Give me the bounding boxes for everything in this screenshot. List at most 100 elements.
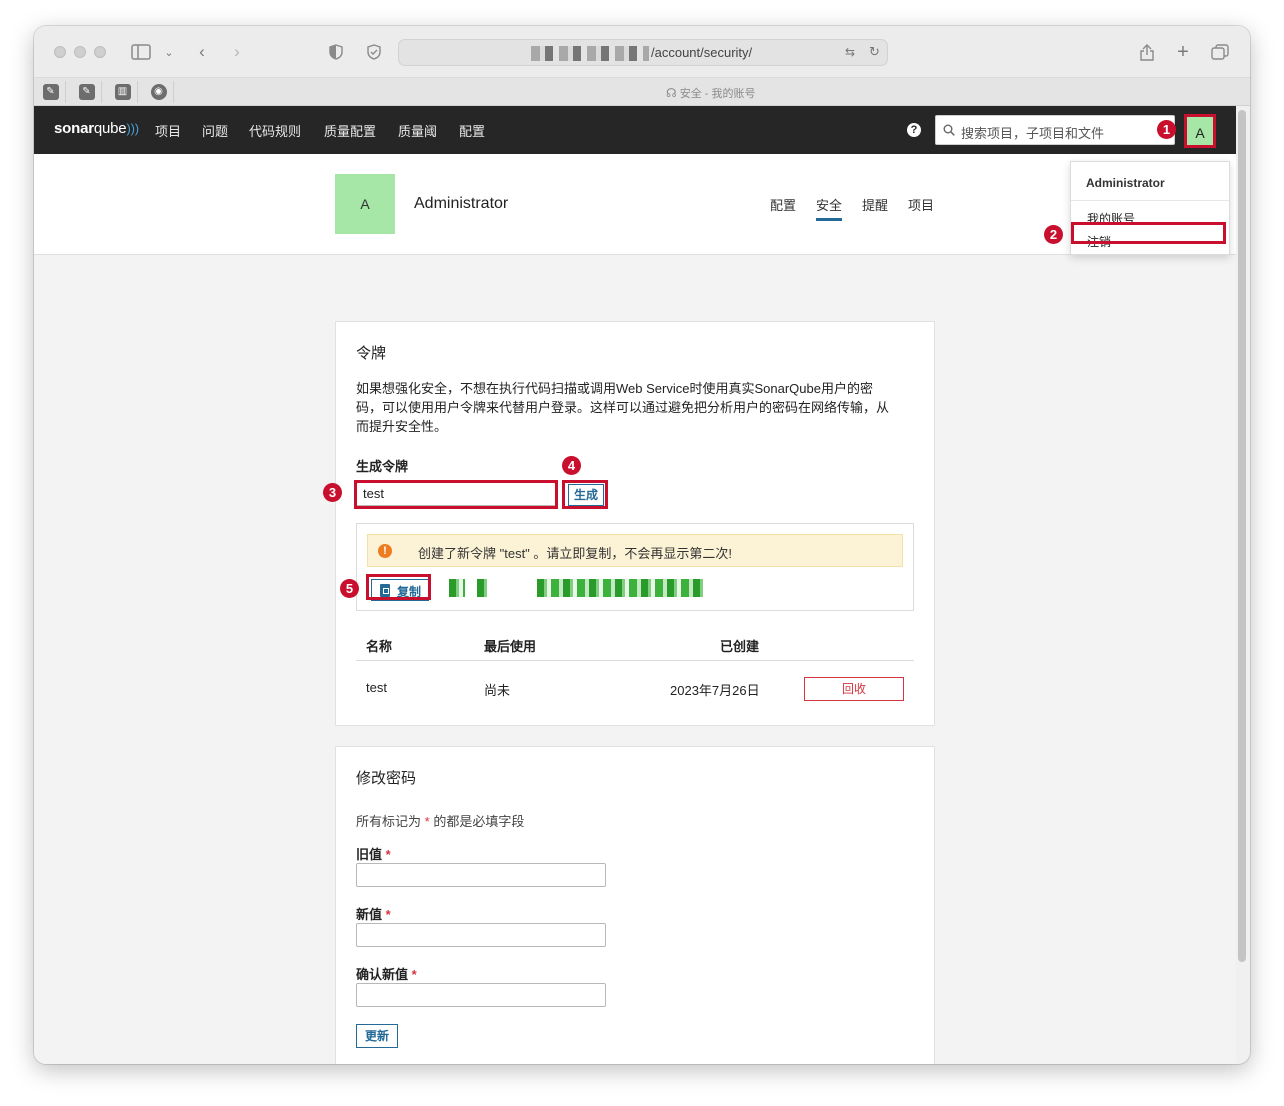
column-name: 名称 bbox=[366, 639, 393, 654]
profile-name: Administrator bbox=[414, 195, 509, 212]
old-password-label: 旧值 * bbox=[356, 844, 391, 863]
required-star: * bbox=[411, 967, 417, 982]
generate-button[interactable]: 生成 bbox=[568, 484, 604, 506]
new-password-label-text: 新值 bbox=[356, 907, 383, 922]
global-search-input[interactable]: 搜索项目，子项目和文件 bbox=[935, 115, 1175, 145]
revoke-token-button[interactable]: 回收 bbox=[804, 677, 904, 701]
confirm-password-label-text: 确认新值 bbox=[356, 967, 409, 982]
required-hint: 所有标记为 * 的都是必填字段 bbox=[356, 811, 524, 830]
help-icon[interactable]: ? bbox=[907, 123, 921, 137]
logo-wave-icon: ))) bbox=[126, 121, 139, 136]
nav-issues[interactable]: 问题 bbox=[202, 121, 228, 140]
bookmark-favicon-icon: ✎ bbox=[42, 84, 59, 100]
tab-notifications[interactable]: 提醒 bbox=[862, 195, 888, 214]
confirm-password-label: 确认新值 * bbox=[356, 964, 417, 983]
logo-text-bold: sonar bbox=[54, 120, 94, 137]
nav-administration[interactable]: 配置 bbox=[459, 121, 485, 140]
clipboard-icon bbox=[380, 584, 390, 597]
warning-icon: ! bbox=[378, 544, 392, 558]
active-tab[interactable]: ☊ 安全 - 我的账号 bbox=[666, 85, 756, 101]
top-navbar: sonarqube))) 项目 问题 代码规则 质量配置 质量阈 配置 ? 搜索… bbox=[34, 106, 1236, 154]
menu-item-my-account[interactable]: 我的账号 bbox=[1087, 210, 1135, 227]
old-password-input[interactable] bbox=[356, 863, 606, 887]
tokens-title: 令牌 bbox=[356, 345, 387, 362]
forward-icon[interactable]: › bbox=[229, 40, 245, 64]
new-token-notice: ! 创建了新令牌 "test" 。请立即复制，不会再显示第二次! bbox=[367, 534, 903, 567]
nav-quality-profiles[interactable]: 质量配置 bbox=[324, 121, 376, 140]
token-value-redacted bbox=[449, 579, 465, 597]
token-name-input[interactable]: test bbox=[356, 482, 556, 506]
privacy-shield-icon[interactable] bbox=[327, 40, 345, 64]
search-placeholder: 搜索项目，子项目和文件 bbox=[961, 126, 1105, 141]
tab-security[interactable]: 安全 bbox=[816, 195, 843, 221]
pinned-tab-3[interactable]: ▥ bbox=[108, 81, 138, 103]
tab-profile[interactable]: 配置 bbox=[770, 195, 796, 214]
minimize-window-button[interactable] bbox=[74, 46, 86, 58]
column-last-used: 最后使用 bbox=[484, 639, 537, 654]
address-bar[interactable]: /account/security/ ⇆ ↻ bbox=[398, 39, 888, 66]
copy-token-button[interactable]: 复制 bbox=[371, 579, 429, 601]
search-icon bbox=[943, 124, 955, 136]
copy-button-label: 复制 bbox=[397, 585, 422, 599]
tab-projects[interactable]: 项目 bbox=[908, 195, 934, 214]
chevron-down-icon[interactable]: ⌄ bbox=[162, 40, 176, 64]
board-favicon-icon: ▥ bbox=[114, 84, 131, 100]
url-host-redacted bbox=[531, 46, 649, 61]
update-password-button[interactable]: 更新 bbox=[356, 1024, 398, 1048]
bookmark-favicon-icon: ✎ bbox=[78, 84, 95, 100]
new-password-label: 新值 * bbox=[356, 904, 391, 923]
shield-check-icon[interactable] bbox=[364, 40, 384, 64]
new-token-message: 创建了新令牌 "test" 。请立即复制，不会再显示第二次! bbox=[418, 546, 733, 561]
reload-icon[interactable]: ↻ bbox=[869, 44, 880, 60]
tab-favicon-icon: ☊ bbox=[666, 86, 677, 100]
column-created: 已创建 bbox=[720, 639, 760, 654]
table-divider bbox=[356, 660, 914, 661]
pinned-tab-1[interactable]: ✎ bbox=[36, 81, 66, 103]
tokens-description: 如果想强化安全，不想在执行代码扫描或调用Web Service时使用真实Sona… bbox=[356, 381, 890, 434]
password-title: 修改密码 bbox=[356, 770, 417, 787]
profile-avatar: A bbox=[335, 174, 395, 234]
tab-title: 安全 - 我的账号 bbox=[679, 88, 756, 100]
nav-quality-gates[interactable]: 质量阈 bbox=[398, 121, 437, 140]
logo-text: qube bbox=[93, 120, 127, 137]
share-icon[interactable] bbox=[1138, 40, 1156, 64]
pinned-tab-4[interactable]: ◉ bbox=[144, 81, 174, 103]
pinned-tab-2[interactable]: ✎ bbox=[72, 81, 102, 103]
annotation-marker-5: 5 bbox=[340, 579, 359, 598]
tokens-card: 令牌 如果想强化安全，不想在执行代码扫描或调用Web Service时使用真实S… bbox=[335, 321, 935, 726]
new-tab-icon[interactable]: + bbox=[1174, 40, 1192, 64]
back-icon[interactable]: ‹ bbox=[194, 40, 210, 64]
annotation-marker-3: 3 bbox=[323, 483, 342, 502]
page-scrollbar[interactable] bbox=[1238, 110, 1246, 962]
new-password-input[interactable] bbox=[356, 923, 606, 947]
url-path: /account/security/ bbox=[651, 45, 753, 60]
token-row-last-used: 尚未 bbox=[484, 683, 511, 698]
tab-overview-icon[interactable] bbox=[1210, 40, 1230, 64]
dropdown-username: Administrator bbox=[1086, 176, 1165, 190]
zoom-window-button[interactable] bbox=[94, 46, 106, 58]
token-value-redacted bbox=[477, 579, 487, 597]
browser-toolbar: ⌄ ‹ › /account/security/ ⇆ ↻ + bbox=[34, 26, 1250, 78]
translate-icon[interactable]: ⇆ bbox=[845, 45, 855, 59]
new-token-panel: ! 创建了新令牌 "test" 。请立即复制，不会再显示第二次! 复制 bbox=[356, 523, 914, 611]
confirm-password-input[interactable] bbox=[356, 983, 606, 1007]
user-avatar-button[interactable]: A bbox=[1184, 114, 1216, 148]
sidebar-toggle-icon[interactable] bbox=[130, 40, 152, 64]
user-dropdown-menu: Administrator 我的账号 注销 bbox=[1070, 161, 1230, 255]
generate-token-label: 生成令牌 bbox=[356, 459, 409, 474]
required-star: * bbox=[385, 847, 391, 862]
page-content: sonarqube))) 项目 问题 代码规则 质量配置 质量阈 配置 ? 搜索… bbox=[34, 106, 1236, 1064]
token-value-redacted bbox=[537, 579, 703, 597]
required-star: * bbox=[385, 907, 391, 922]
menu-item-logout[interactable]: 注销 bbox=[1087, 233, 1111, 250]
required-hint-prefix: 所有标记为 bbox=[356, 814, 422, 829]
sonarqube-logo[interactable]: sonarqube))) bbox=[54, 120, 139, 137]
close-window-button[interactable] bbox=[54, 46, 66, 58]
nav-projects[interactable]: 项目 bbox=[155, 121, 181, 140]
change-password-card: 修改密码 所有标记为 * 的都是必填字段 旧值 * 新值 * 确认新值 * 更新 bbox=[335, 746, 935, 1064]
nav-rules[interactable]: 代码规则 bbox=[249, 121, 301, 140]
required-hint-suffix: 的都是必填字段 bbox=[433, 814, 525, 829]
tab-bar: ✎ ✎ ▥ ◉ ☊ 安全 - 我的账号 bbox=[34, 78, 1250, 106]
required-star: * bbox=[424, 814, 430, 829]
browser-window: ⌄ ‹ › /account/security/ ⇆ ↻ + ✎ ✎ ▥ ◉ ☊… bbox=[34, 26, 1250, 1064]
